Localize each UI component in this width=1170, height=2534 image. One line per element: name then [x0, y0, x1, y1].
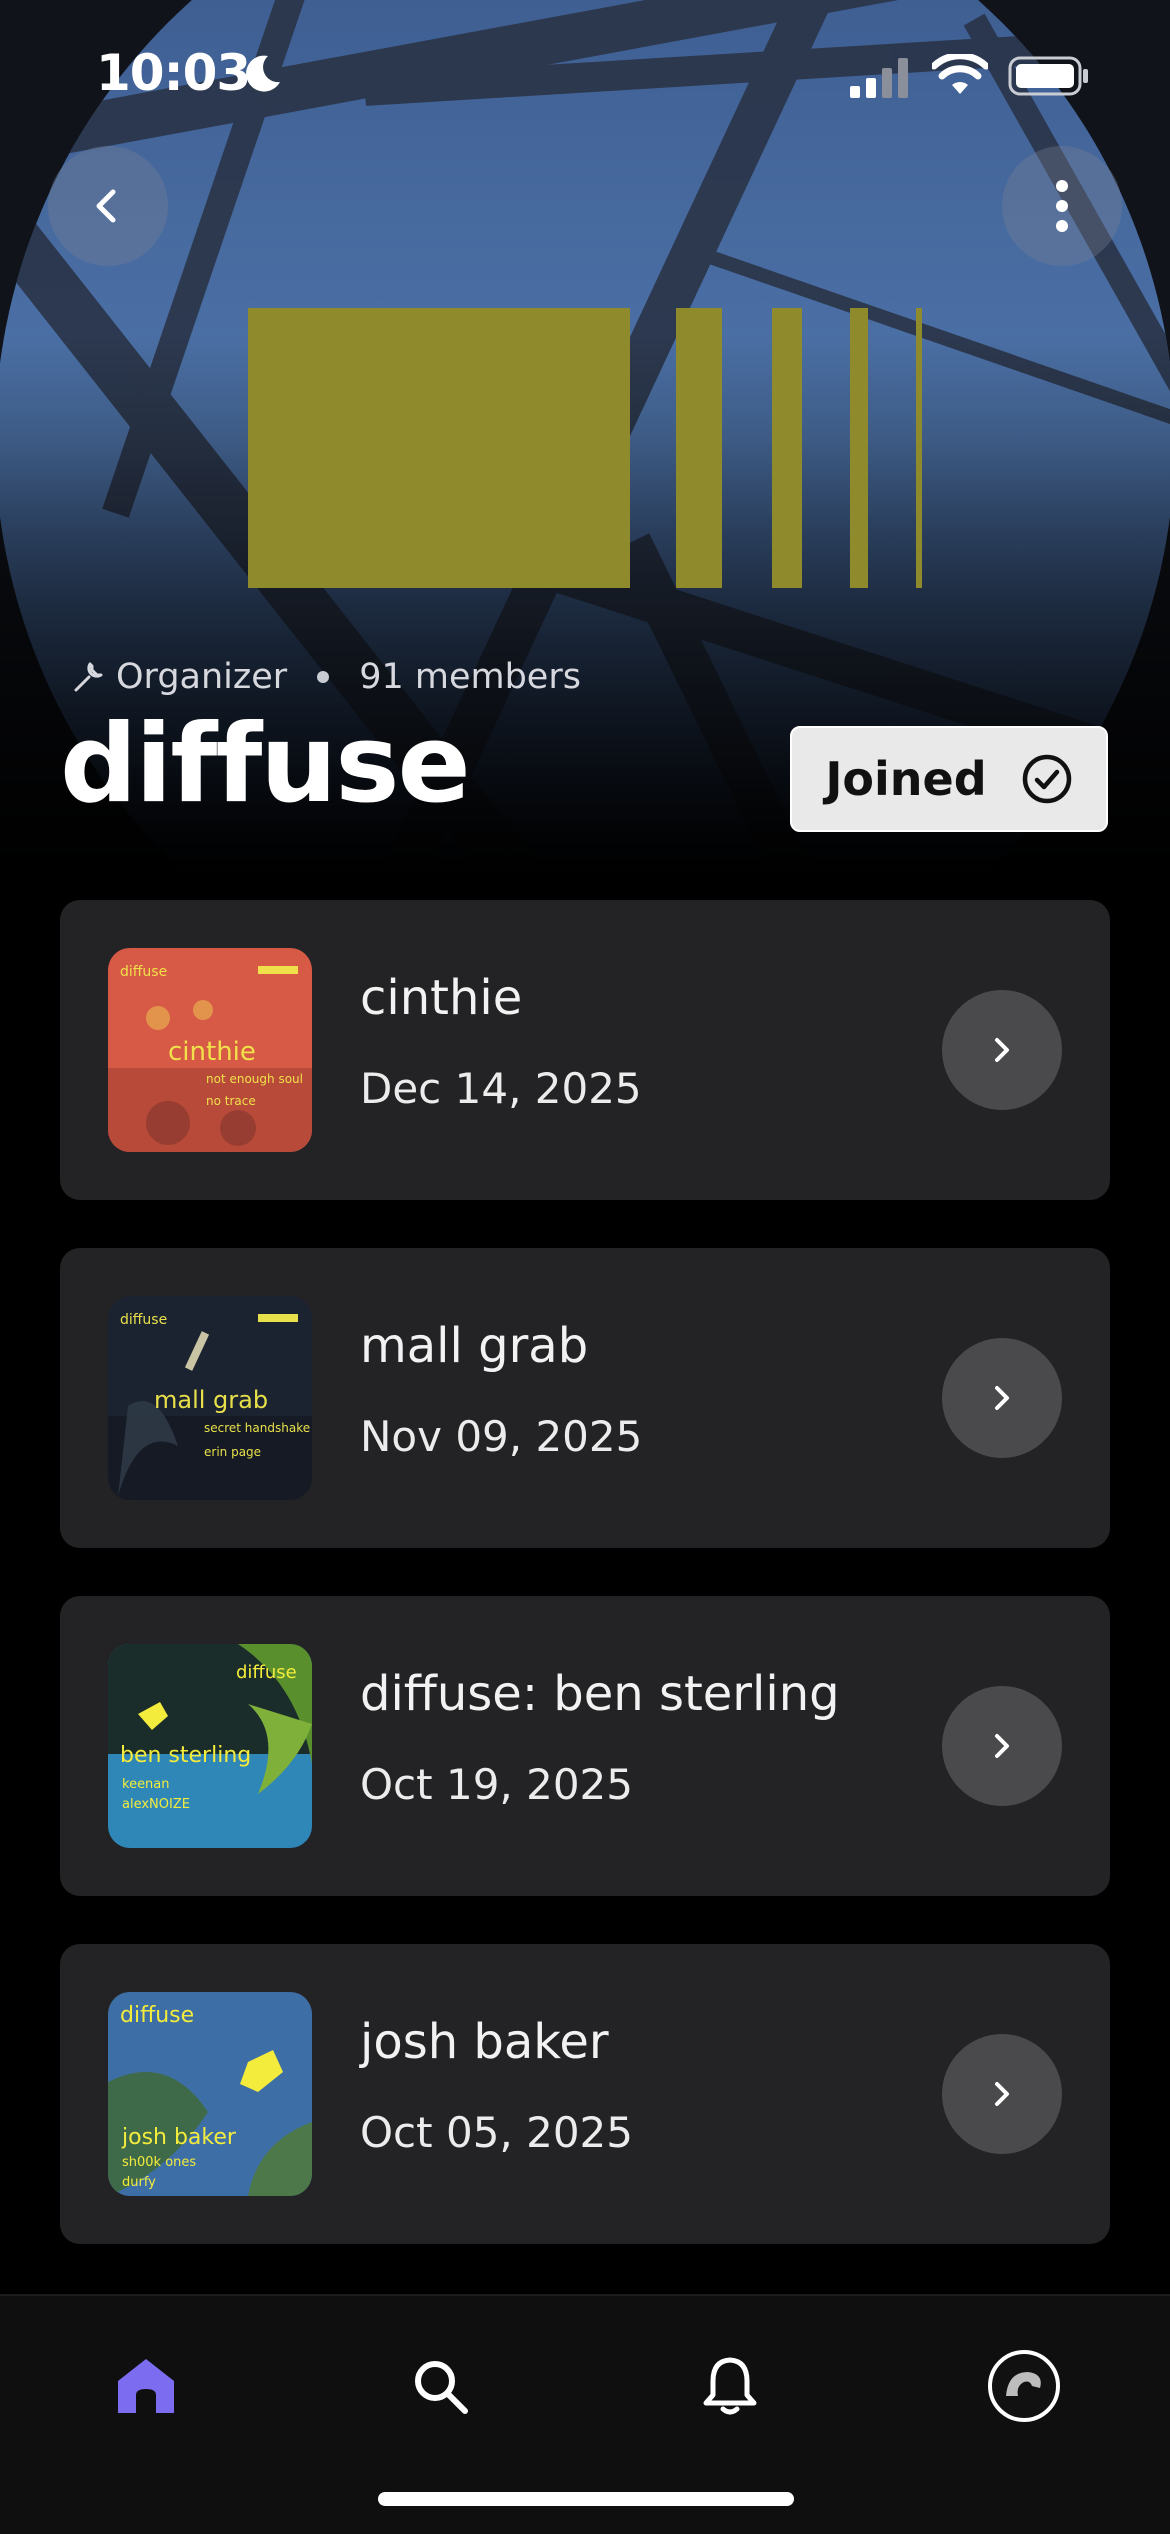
event-date: Dec 14, 2025	[360, 1064, 642, 1113]
home-icon	[118, 2359, 174, 2413]
wrench-icon	[74, 662, 103, 692]
event-poster: diffuse mall grab secret handshake erin …	[108, 1296, 312, 1500]
open-event-button[interactable]	[942, 2034, 1062, 2154]
poster-line: keenan	[122, 1777, 170, 1792]
battery-icon	[1008, 56, 1088, 96]
poster-headline: mall grab	[154, 1386, 268, 1414]
events-list: diffuse cinthie not enough soul no trace…	[60, 900, 1110, 2292]
event-date: Oct 05, 2025	[360, 2108, 633, 2157]
role-label: Organizer	[116, 657, 288, 697]
event-name: josh baker	[360, 2014, 609, 2070]
chevron-right-icon	[995, 1038, 1009, 1062]
joined-button[interactable]: Joined	[790, 726, 1108, 832]
cellular-signal-icon	[850, 58, 908, 98]
group-header: 10:03 Organizer 91 members diffuse Joine…	[0, 0, 1170, 880]
home-indicator	[378, 2492, 794, 2506]
event-name: cinthie	[360, 970, 523, 1026]
joined-label: Joined	[825, 752, 987, 806]
check-circle-icon	[1022, 754, 1071, 804]
event-card[interactable]: diffuse josh baker sh00k ones durfy josh…	[60, 1944, 1110, 2244]
diffuse-barcode-logo	[248, 308, 922, 588]
event-card[interactable]: diffuse cinthie not enough soul no trace…	[60, 900, 1110, 1200]
member-count[interactable]: 91 members	[359, 657, 581, 697]
status-time: 10:03	[96, 44, 251, 102]
poster-line: sh00k ones	[122, 2155, 196, 2170]
poster-brand: diffuse	[120, 964, 167, 980]
group-title: diffuse	[60, 702, 471, 827]
chevron-left-icon	[96, 189, 116, 223]
more-options-button[interactable]	[1002, 146, 1122, 266]
moon-icon	[246, 55, 280, 92]
tab-home[interactable]	[96, 2336, 196, 2436]
poster-line: alexNOIZE	[122, 1797, 190, 1812]
separator-dot	[317, 671, 330, 683]
event-card[interactable]: diffuse ben sterling keenan alexNOIZE di…	[60, 1596, 1110, 1896]
event-name: diffuse: ben sterling	[360, 1666, 840, 1722]
tab-search[interactable]	[390, 2336, 490, 2436]
event-date: Oct 19, 2025	[360, 1760, 633, 1809]
open-event-button[interactable]	[942, 990, 1062, 1110]
poster-brand: diffuse	[120, 2003, 194, 2028]
event-name: mall grab	[360, 1318, 589, 1374]
poster-line: not enough soul	[206, 1072, 303, 1086]
poster-line: no trace	[206, 1094, 256, 1108]
poster-headline: josh baker	[121, 2125, 237, 2150]
tab-profile[interactable]	[974, 2336, 1074, 2436]
bell-icon	[703, 2357, 757, 2415]
poster-line: secret handshake	[204, 1421, 310, 1435]
poster-brand: diffuse	[236, 1662, 297, 1683]
event-card[interactable]: diffuse mall grab secret handshake erin …	[60, 1248, 1110, 1548]
back-button[interactable]	[48, 146, 168, 266]
vertical-ellipsis-icon	[1056, 180, 1068, 232]
open-event-button[interactable]	[942, 1338, 1062, 1458]
event-poster: diffuse cinthie not enough soul no trace	[108, 948, 312, 1152]
group-meta: Organizer 91 members	[70, 652, 581, 702]
poster-line: durfy	[122, 2175, 156, 2190]
chevron-right-icon	[995, 1386, 1009, 1410]
tab-notifications[interactable]	[680, 2336, 780, 2436]
profile-avatar-icon	[988, 2350, 1060, 2422]
search-icon	[415, 2361, 468, 2414]
event-date: Nov 09, 2025	[360, 1412, 643, 1461]
chevron-right-icon	[995, 1734, 1009, 1758]
poster-headline: cinthie	[168, 1037, 256, 1067]
poster-headline: ben sterling	[120, 1743, 251, 1768]
event-poster: diffuse josh baker sh00k ones durfy	[108, 1992, 312, 2196]
poster-brand: diffuse	[120, 1312, 167, 1328]
wifi-icon	[932, 54, 988, 94]
chevron-right-icon	[995, 2082, 1009, 2106]
open-event-button[interactable]	[942, 1686, 1062, 1806]
poster-line: erin page	[204, 1445, 261, 1459]
event-poster: diffuse ben sterling keenan alexNOIZE	[108, 1644, 312, 1848]
status-bar: 10:03	[0, 0, 1170, 150]
